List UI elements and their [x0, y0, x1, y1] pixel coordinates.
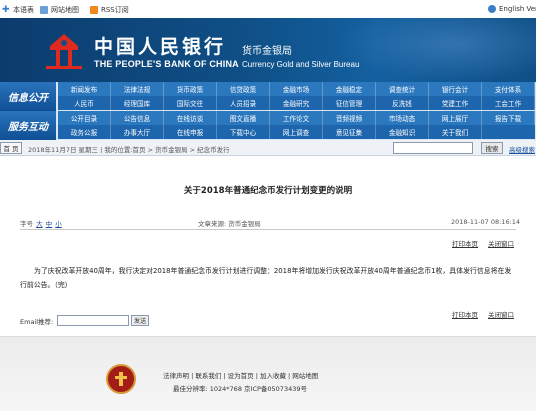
bank-name-cn: 中国人民银行 [94, 36, 227, 58]
email-send-button[interactable]: 发送 [131, 315, 149, 326]
article-date: 2018-11-07 08:16:14 [451, 218, 521, 226]
main-navigation: 信息公开 服务互动 新闻发布 法律法规 货币政策 信贷政策 金融市场 金融稳定 … [0, 82, 536, 140]
nav-item[interactable]: 信贷政策 [217, 82, 270, 96]
rss-link[interactable]: RSS订阅 [90, 5, 129, 15]
nav-item[interactable]: 人民币 [58, 96, 111, 110]
banner-glow [336, 18, 536, 82]
nav-item[interactable]: 银行会计 [429, 82, 482, 96]
globe-icon [488, 5, 496, 13]
nav-item[interactable]: 工作论文 [270, 111, 323, 125]
nav-item[interactable]: 党建工作 [429, 96, 482, 110]
email-field[interactable] [57, 315, 129, 326]
english-link[interactable]: English Vers [488, 5, 536, 13]
nav-item[interactable]: 经理国库 [111, 96, 164, 110]
nav-item-empty [482, 125, 535, 139]
home-button[interactable]: 首 页 [0, 142, 22, 154]
divider [20, 229, 516, 230]
breadcrumb: 2018年11月7日 星期三 | 我的位置:首页 > 货币金银局 > 纪念币发行 [28, 146, 230, 154]
bank-name-en: THE PEOPLE'S BANK OF CHINA [94, 59, 239, 69]
nav-item[interactable]: 货币政策 [164, 82, 217, 96]
nav-item[interactable]: 法律法规 [111, 82, 164, 96]
nav-row-4: 政务公报 办事大厅 在线申报 下载中心 网上调查 意见征集 金融知识 关于我们 [58, 125, 536, 139]
breadcrumb-bar: 首 页 2018年11月7日 星期三 | 我的位置:首页 > 货币金银局 > 纪… [0, 140, 536, 156]
article-title: 关于2018年普通纪念币发行计划变更的说明 [183, 186, 353, 196]
nav-item[interactable]: 支付体系 [482, 82, 535, 96]
nav-item[interactable]: 人员招录 [217, 96, 270, 110]
nav-item[interactable]: 市场动态 [376, 111, 429, 125]
search-input[interactable] [393, 142, 473, 154]
nav-item[interactable]: 征信管理 [323, 96, 376, 110]
english-label: English Vers [499, 5, 536, 13]
nav-item[interactable]: 金融市场 [270, 82, 323, 96]
font-size-label: 字号 [20, 220, 33, 228]
article: 关于2018年普通纪念币发行计划变更的说明 字号 大 中 小 文章来源: 货币金… [0, 156, 536, 336]
nav-item[interactable]: 音频视频 [323, 111, 376, 125]
nav-row-2: 人民币 经理国库 国际交往 人员招录 金融研究 征信管理 反洗钱 党建工作 工会… [58, 96, 536, 110]
plus-icon: ✚ [2, 5, 10, 15]
nav-item[interactable]: 办事大厅 [111, 125, 164, 139]
nav-item[interactable]: 新闻发布 [58, 82, 111, 96]
print-link-top[interactable]: 打印本页 [452, 238, 478, 248]
font-size-large[interactable]: 大 [36, 220, 43, 228]
font-size-small[interactable]: 小 [55, 220, 62, 228]
section-label-info: 信息公开 [0, 82, 56, 111]
nav-item[interactable]: 关于我们 [429, 125, 482, 139]
logo-mark-icon [115, 372, 127, 386]
close-window-link-bottom[interactable]: 关闭窗口 [488, 309, 514, 319]
bureau-name-cn: 货币金银局 [242, 46, 292, 57]
nav-item[interactable]: 公开目录 [58, 111, 111, 125]
nav-item[interactable]: 网上展厅 [429, 111, 482, 125]
sitemap-link[interactable]: 网站地图 [40, 5, 79, 15]
simplified-label: 本语表 [13, 6, 34, 14]
article-body: 为了庆祝改革开放40周年，我行决定对2018年普通纪念币发行计划进行调整：201… [20, 267, 512, 289]
bureau-name-en: Currency Gold and Silver Bureau [242, 60, 360, 69]
advanced-search-link[interactable]: 高级搜索 [509, 144, 535, 154]
section-label-service: 服务互动 [0, 111, 56, 140]
nav-item[interactable]: 金融稳定 [323, 82, 376, 96]
article-source: 文章来源: 货币金银局 [198, 220, 261, 228]
nav-item[interactable]: 国际交往 [164, 96, 217, 110]
footer-links[interactable]: 法律声明 | 联系我们 | 设为首页 | 加入收藏 | 网站地图 [163, 370, 318, 380]
nav-item[interactable]: 图文直播 [217, 111, 270, 125]
font-size-control: 字号 大 中 小 [20, 218, 62, 228]
nav-row-1: 新闻发布 法律法规 货币政策 信贷政策 金融市场 金融稳定 调查统计 银行会计 … [58, 82, 536, 96]
nav-row-3: 公开目录 公告信息 在线访谈 图文直播 工作论文 音频视频 市场动态 网上展厅 … [58, 111, 536, 125]
nav-item[interactable]: 调查统计 [376, 82, 429, 96]
nav-item[interactable]: 下载中心 [217, 125, 270, 139]
search-button[interactable]: 搜索 [481, 142, 503, 154]
nav-item[interactable]: 反洗钱 [376, 96, 429, 110]
sitemap-icon [40, 6, 48, 14]
site-banner: 中国人民银行 THE PEOPLE'S BANK OF CHINA 货币金银局 … [0, 18, 536, 82]
footer-meta: 最佳分辨率: 1024*768 京ICP备05073439号 [173, 385, 307, 393]
nav-item[interactable]: 公告信息 [111, 111, 164, 125]
sitemap-label: 网站地图 [51, 6, 79, 14]
rss-label: RSS订阅 [101, 6, 129, 14]
party-logo-icon [106, 364, 136, 394]
nav-item[interactable]: 意见征集 [323, 125, 376, 139]
nav-item[interactable]: 金融知识 [376, 125, 429, 139]
utility-bar: ✚ 本语表 网站地图 RSS订阅 English Vers [0, 0, 536, 18]
email-recommend-label: Email推荐: [20, 318, 54, 326]
nav-item[interactable]: 报告下载 [482, 111, 535, 125]
rss-icon [90, 6, 98, 14]
font-size-medium[interactable]: 中 [46, 220, 53, 228]
pboc-emblem-icon [46, 34, 82, 69]
page-footer: 法律声明 | 联系我们 | 设为首页 | 加入收藏 | 网站地图 最佳分辨率: … [0, 336, 536, 411]
nav-item[interactable]: 在线访谈 [164, 111, 217, 125]
simplified-link[interactable]: ✚ 本语表 [2, 5, 34, 15]
nav-item[interactable]: 政务公报 [58, 125, 111, 139]
nav-item[interactable]: 在线申报 [164, 125, 217, 139]
nav-item[interactable]: 工会工作 [482, 96, 535, 110]
nav-item[interactable]: 网上调查 [270, 125, 323, 139]
nav-item[interactable]: 金融研究 [270, 96, 323, 110]
close-window-link-top[interactable]: 关闭窗口 [488, 238, 514, 248]
print-link-bottom[interactable]: 打印本页 [452, 309, 478, 319]
